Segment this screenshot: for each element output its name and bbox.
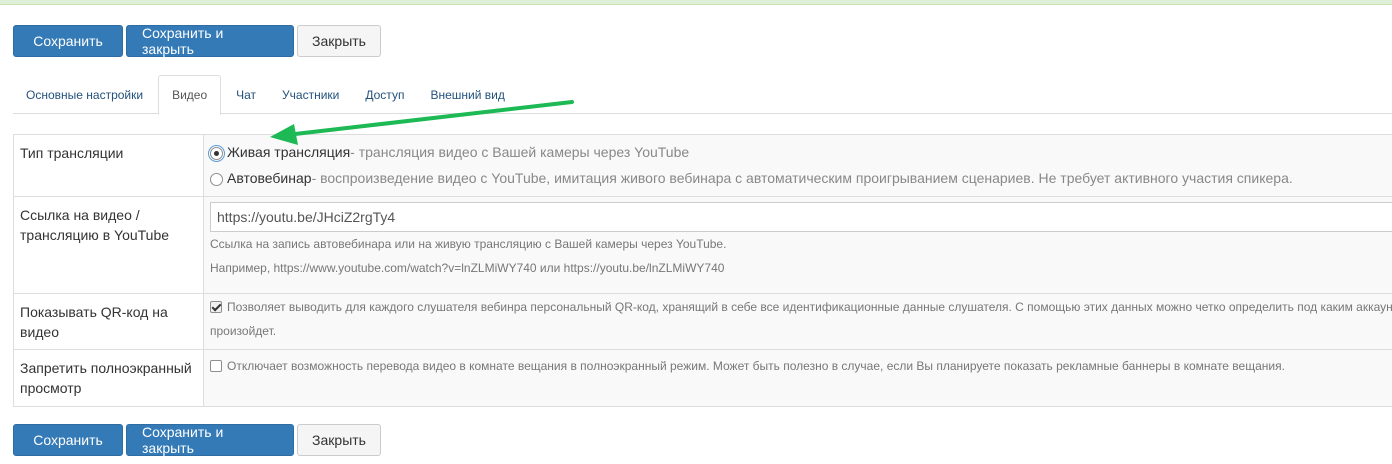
- save-button[interactable]: Сохранить: [13, 25, 123, 57]
- option-live[interactable]: Живая трансляция - трансляция видео с Ва…: [208, 139, 1392, 165]
- qr-code-cell: Позволяет выводить для каждого слушателя…: [204, 294, 1392, 349]
- video-link-row: Ссылка на видео / трансляцию в YouTube С…: [14, 197, 1392, 294]
- video-link-help: Ссылка на запись автовебинара или на жив…: [210, 237, 727, 251]
- save-and-close-button[interactable]: Сохранить и закрыть: [126, 25, 294, 57]
- fullscreen-desc: Отключает возможность перевода видео в к…: [227, 359, 1285, 373]
- settings-tabs: Основные настройки Видео Чат Участники Д…: [13, 75, 1392, 115]
- fullscreen-checkbox[interactable]: [210, 360, 222, 372]
- option-autowebinar-name: Автовебинар: [227, 170, 312, 186]
- radio-autowebinar[interactable]: [210, 173, 223, 186]
- save-and-close-button-bottom[interactable]: Сохранить и закрыть: [126, 424, 294, 456]
- video-link-example: Например, https://www.youtube.com/watch?…: [210, 261, 725, 275]
- fullscreen-label: Запретить полноэкранный просмотр: [14, 350, 204, 406]
- close-button[interactable]: Закрыть: [297, 25, 381, 57]
- tab-access[interactable]: Доступ: [352, 75, 417, 114]
- video-settings-table: Тип трансляции Живая трансляция - трансл…: [13, 134, 1392, 407]
- option-autowebinar[interactable]: Автовебинар - воспроизведение видео с Yo…: [210, 165, 1392, 191]
- close-button-bottom[interactable]: Закрыть: [297, 424, 381, 456]
- video-link-input[interactable]: [210, 202, 1392, 232]
- broadcast-type-label: Тип трансляции: [14, 135, 204, 196]
- fullscreen-cell: Отключает возможность перевода видео в к…: [204, 350, 1392, 406]
- qr-code-desc-cont: произойдет.: [210, 324, 277, 338]
- radio-live[interactable]: [208, 145, 225, 162]
- option-live-name: Живая трансляция: [227, 144, 351, 160]
- option-live-desc: - трансляция видео с Вашей камеры через …: [350, 144, 690, 160]
- top-toolbar: Сохранить Сохранить и закрыть Закрыть: [13, 25, 384, 57]
- qr-code-label: Показывать QR-код на видео: [14, 294, 204, 349]
- video-link-label: Ссылка на видео / трансляцию в YouTube: [14, 197, 204, 293]
- broadcast-type-options: Живая трансляция - трансляция видео с Ва…: [204, 135, 1392, 196]
- tab-appearance[interactable]: Внешний вид: [417, 75, 517, 114]
- tab-participants[interactable]: Участники: [269, 75, 352, 114]
- qr-code-checkbox[interactable]: [210, 301, 222, 313]
- success-alert-strip: [0, 0, 1392, 5]
- option-autowebinar-desc: - воспроизведение видео с YouTube, имита…: [311, 170, 1293, 186]
- video-link-cell: Ссылка на запись автовебинара или на жив…: [204, 197, 1392, 293]
- tab-chat[interactable]: Чат: [223, 75, 269, 114]
- qr-code-row: Показывать QR-код на видео Позволяет выв…: [14, 294, 1392, 350]
- bottom-toolbar: Сохранить Сохранить и закрыть Закрыть: [13, 424, 384, 456]
- tab-main-settings[interactable]: Основные настройки: [13, 75, 156, 114]
- tab-video[interactable]: Видео: [158, 75, 222, 115]
- fullscreen-row: Запретить полноэкранный просмотр Отключа…: [14, 350, 1392, 407]
- save-button-bottom[interactable]: Сохранить: [13, 424, 123, 456]
- broadcast-type-row: Тип трансляции Живая трансляция - трансл…: [14, 135, 1392, 197]
- qr-code-desc: Позволяет выводить для каждого слушателя…: [227, 300, 1392, 314]
